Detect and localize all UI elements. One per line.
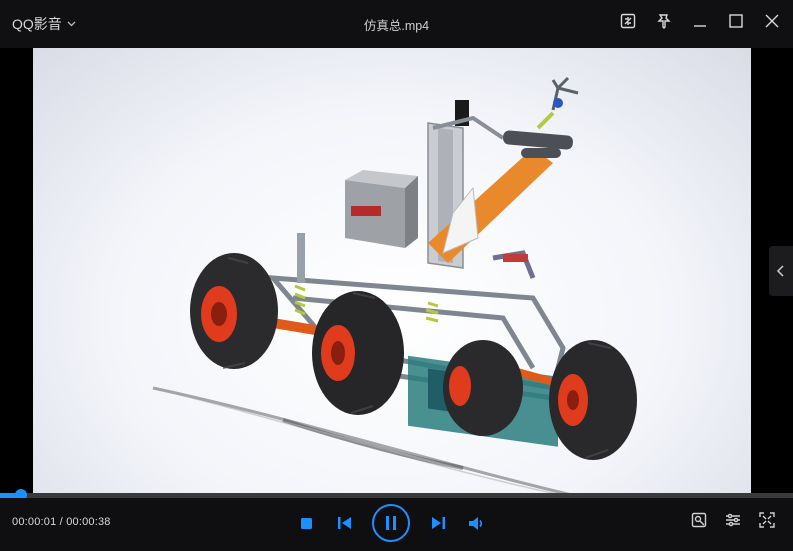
window-controls: [617, 10, 783, 32]
fullscreen-button[interactable]: [759, 512, 775, 528]
current-time: 00:00:01: [12, 516, 57, 528]
video-frame[interactable]: [33, 48, 751, 496]
settings-sliders-icon: [726, 513, 740, 527]
stop-icon: [300, 517, 312, 529]
player-window: QQ影音 仿真总.mp4 00:00:01 / 00:00:38: [0, 0, 793, 551]
settings-button[interactable]: [725, 512, 741, 528]
picture-quality-button[interactable]: [691, 512, 707, 528]
app-menu-button[interactable]: QQ影音: [12, 14, 76, 34]
previous-icon: [337, 517, 351, 529]
stop-button[interactable]: [296, 506, 316, 540]
next-button[interactable]: [428, 506, 448, 540]
time-display: 00:00:01 / 00:00:38: [12, 516, 111, 528]
rover-render: [152, 76, 637, 496]
sidebar-toggle-button[interactable]: [769, 246, 793, 296]
volume-icon: [468, 516, 482, 530]
screenshot-frame-icon: [620, 13, 636, 29]
maximize-icon: [729, 14, 743, 28]
minimize-button[interactable]: [689, 10, 711, 32]
control-bar: 00:00:01 / 00:00:38: [0, 498, 793, 551]
chevron-down-icon: [67, 19, 76, 30]
pause-icon: [386, 516, 396, 530]
total-time: 00:00:38: [66, 516, 111, 528]
close-button[interactable]: [761, 10, 783, 32]
volume-button[interactable]: [466, 506, 486, 540]
extra-controls: [691, 512, 775, 528]
maximize-button[interactable]: [725, 10, 747, 32]
pin-icon: [657, 14, 671, 29]
video-area[interactable]: [0, 48, 793, 496]
previous-button[interactable]: [334, 506, 354, 540]
fullscreen-icon: [759, 512, 775, 528]
app-menu-label: QQ影音: [12, 16, 62, 32]
close-icon: [765, 14, 779, 28]
pin-button[interactable]: [653, 10, 675, 32]
pause-button[interactable]: [372, 504, 410, 542]
next-icon: [431, 517, 445, 529]
screenshot-frame-button[interactable]: [617, 10, 639, 32]
title-bar: QQ影音 仿真总.mp4: [0, 0, 793, 48]
picture-quality-icon: [691, 512, 707, 528]
chevron-left-icon: [776, 265, 784, 277]
playback-controls: [296, 504, 486, 542]
minimize-icon: [694, 25, 706, 27]
time-separator: /: [56, 516, 67, 528]
